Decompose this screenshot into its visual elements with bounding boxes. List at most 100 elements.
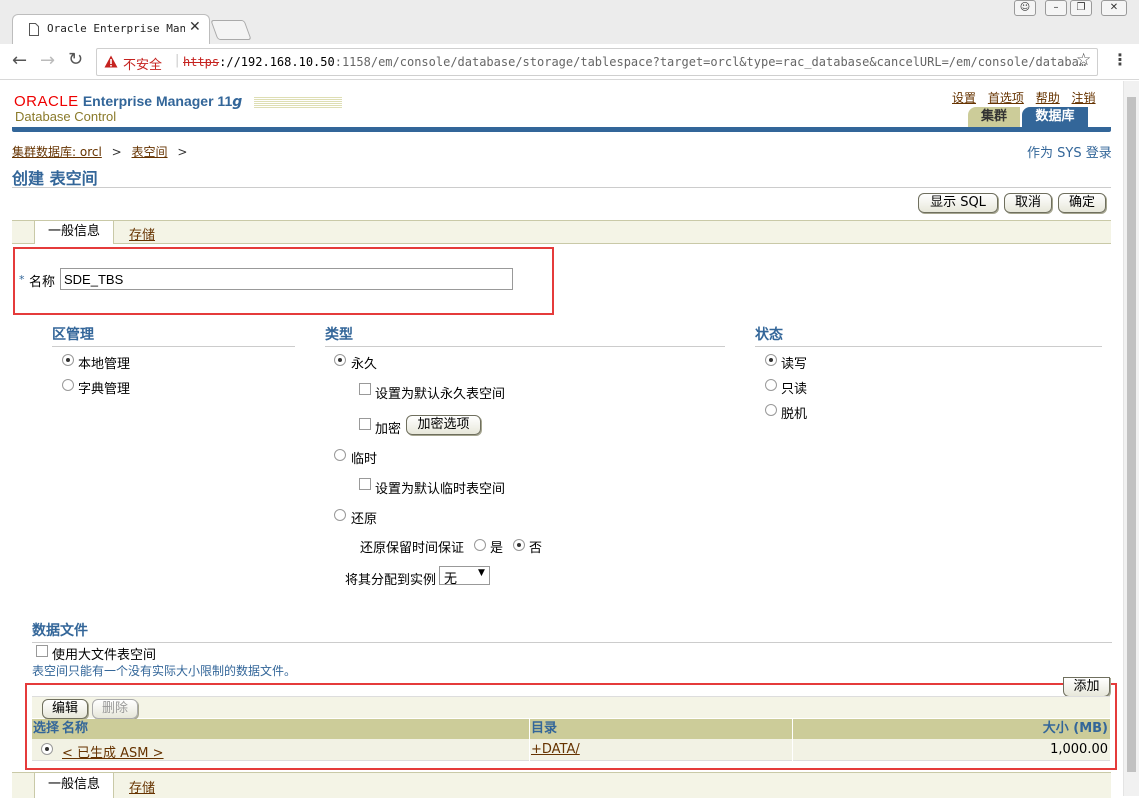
dict-managed-label: 字典管理 <box>78 382 131 397</box>
default-temporary-checkbox[interactable] <box>359 478 371 490</box>
extent-mgmt-heading: 区管理 <box>52 324 295 347</box>
permanent-label: 永久 <box>351 357 378 372</box>
bigfile-hint: 表空间只能有一个没有实际大小限制的数据文件。 <box>32 664 297 678</box>
default-temporary-label: 设置为默认临时表空间 <box>375 482 506 497</box>
forward-icon[interactable]: → <box>40 50 55 71</box>
close-tab-icon[interactable]: ✕ <box>189 19 201 35</box>
breadcrumb: 集群数据库: orcl > 表空间 > <box>12 145 188 159</box>
required-mark: * <box>19 273 25 286</box>
dropdown-arrow-icon: ▼ <box>478 568 485 578</box>
table-row[interactable]: < 已生成 ASM > +DATA/ 1,000.00 <box>32 739 1110 761</box>
browser-tab[interactable]: Oracle Enterprise Mana ✕ <box>12 14 210 44</box>
assign-instance-label: 将其分配到实例 <box>345 573 437 588</box>
subtab-general-bottom[interactable]: 一般信息 <box>34 772 114 798</box>
tab-cluster[interactable]: 集群 <box>968 107 1020 127</box>
offline-label: 脱机 <box>781 407 808 422</box>
security-label: 不安全 <box>123 58 163 73</box>
url-text: https://192.168.10.50:1158/em/console/da… <box>183 55 1086 69</box>
radio-permanent[interactable] <box>334 354 346 366</box>
settings-link[interactable]: 设置 <box>952 91 976 105</box>
encrypt-checkbox[interactable] <box>359 418 371 430</box>
address-bar[interactable]: 不安全 | https://192.168.10.50:1158/em/cons… <box>96 48 1098 76</box>
subtab-storage[interactable]: 存储 <box>129 224 155 243</box>
radio-temporary[interactable] <box>334 449 346 461</box>
add-button[interactable]: 添加 <box>1063 677 1110 697</box>
tab-database[interactable]: 数据库 <box>1022 107 1088 127</box>
profile-icon[interactable]: ☺ <box>1014 0 1036 16</box>
subtab-bar-bottom: 一般信息 存储 <box>12 772 1111 798</box>
warning-icon <box>104 55 118 68</box>
preferences-link[interactable]: 首选项 <box>988 91 1024 105</box>
undo-no-label: 否 <box>529 541 543 556</box>
read-write-label: 读写 <box>781 357 808 372</box>
name-input[interactable] <box>60 268 513 290</box>
delete-button[interactable]: 删除 <box>92 699 138 719</box>
header-rule <box>12 127 1111 132</box>
radio-local-managed[interactable] <box>62 354 74 366</box>
menu-icon[interactable]: ⋮ <box>1112 50 1128 69</box>
scrollbar[interactable] <box>1123 81 1139 796</box>
status-heading: 状态 <box>755 324 1102 347</box>
radio-offline[interactable] <box>765 404 777 416</box>
url-host: ://192.168.10.50 <box>219 55 335 69</box>
assign-instance-select[interactable]: 无 ▼ <box>439 566 490 587</box>
breadcrumb-cluster-db[interactable]: 集群数据库: orcl <box>12 145 102 159</box>
row-size: 1,000.00 <box>1050 742 1108 757</box>
encrypt-label: 加密 <box>375 422 402 437</box>
row-select-radio[interactable] <box>41 743 53 755</box>
datafiles-header-row: 选择 名称 目录 大小 (MB) <box>32 719 1110 739</box>
restore-icon[interactable]: ❐ <box>1070 0 1092 16</box>
default-permanent-label: 设置为默认永久表空间 <box>375 387 506 402</box>
scrollbar-thumb[interactable] <box>1127 97 1136 772</box>
logout-link[interactable]: 注销 <box>1072 91 1096 105</box>
ok-button[interactable]: 确定 <box>1058 193 1106 213</box>
browser-toolbar: ← → ↻ 不安全 | https://192.168.10.50:1158/e… <box>0 44 1139 80</box>
row-name-link[interactable]: < 已生成 ASM > <box>62 742 164 761</box>
page-title: 创建 表空间 <box>12 169 98 188</box>
radio-dict-managed[interactable] <box>62 379 74 391</box>
new-tab-button[interactable] <box>210 20 252 40</box>
bigfile-checkbox[interactable] <box>36 645 48 657</box>
radio-undo-yes[interactable] <box>474 539 486 551</box>
breadcrumb-tablespaces[interactable]: 表空间 <box>132 145 168 159</box>
undo-yes-label: 是 <box>490 541 504 556</box>
edit-button[interactable]: 编辑 <box>42 699 88 719</box>
radio-read-only[interactable] <box>765 379 777 391</box>
minimize-icon[interactable]: – <box>1045 0 1067 16</box>
help-link[interactable]: 帮助 <box>1036 91 1060 105</box>
oracle-logo: ORACLE Enterprise Manager 11g <box>14 93 243 110</box>
subtab-storage-bottom[interactable]: 存储 <box>129 777 155 796</box>
encrypt-options-button[interactable]: 加密选项 <box>406 415 481 435</box>
global-links: 设置 首选项 帮助 注销 <box>952 89 1096 106</box>
login-info: 作为 SYS 登录 <box>1027 146 1112 161</box>
local-managed-label: 本地管理 <box>78 357 131 372</box>
type-heading: 类型 <box>325 324 725 347</box>
col-directory: 目录 <box>531 721 558 736</box>
temporary-label: 临时 <box>351 452 378 467</box>
undo-label: 还原 <box>351 512 378 527</box>
back-icon[interactable]: ← <box>12 50 27 71</box>
show-sql-button[interactable]: 显示 SQL <box>918 193 998 213</box>
radio-undo-no[interactable] <box>513 539 525 551</box>
radio-undo[interactable] <box>334 509 346 521</box>
cancel-button[interactable]: 取消 <box>1004 193 1052 213</box>
reload-icon[interactable]: ↻ <box>68 49 83 70</box>
col-select: 选择 <box>33 721 60 736</box>
bookmark-star-icon[interactable]: ☆ <box>1076 50 1091 70</box>
datafiles-toolbar: 编辑 删除 <box>32 696 1110 719</box>
logo-stripes <box>254 96 342 108</box>
undo-retention-label: 还原保留时间保证 <box>360 541 465 556</box>
col-name: 名称 <box>62 721 89 736</box>
name-label: 名称 <box>29 275 56 290</box>
subtab-general[interactable]: 一般信息 <box>34 220 114 244</box>
assign-instance-value: 无 <box>444 572 458 587</box>
default-permanent-checkbox[interactable] <box>359 383 371 395</box>
radio-read-write[interactable] <box>765 354 777 366</box>
close-window-icon[interactable]: ✕ <box>1101 0 1127 16</box>
bigfile-label: 使用大文件表空间 <box>52 648 157 663</box>
product-subtitle: Database Control <box>15 109 117 124</box>
col-size: 大小 (MB) <box>1042 721 1108 736</box>
page-icon <box>29 23 39 36</box>
row-dir-link[interactable]: +DATA/ <box>531 742 580 757</box>
url-scheme: https <box>183 55 220 69</box>
